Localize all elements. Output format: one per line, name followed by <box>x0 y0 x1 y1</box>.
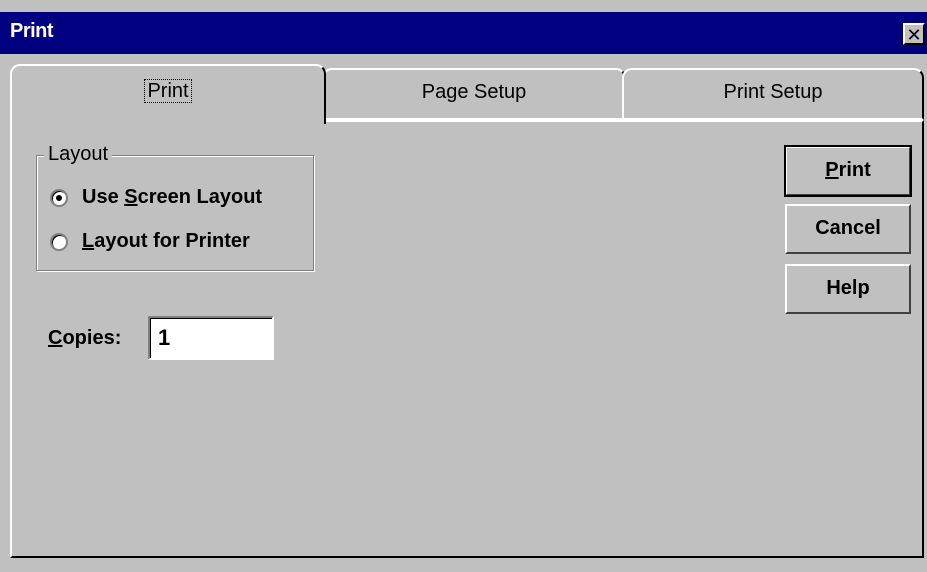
close-icon: ✕ <box>906 25 922 45</box>
layout-for-printer-option[interactable]: Layout for Printer <box>50 230 250 253</box>
radio-unselected-icon[interactable] <box>50 232 68 251</box>
print-button[interactable]: Print <box>784 145 912 197</box>
copies-input[interactable] <box>148 316 274 360</box>
tab-print-setup-label: Print Setup <box>723 81 823 103</box>
copies-label: Copies: <box>48 327 122 349</box>
tab-page-setup-label: Page Setup <box>421 81 527 103</box>
layout-group-legend: Layout <box>44 143 113 166</box>
window-title: Print <box>10 20 54 42</box>
tab-page-setup[interactable]: Page Setup <box>322 68 626 120</box>
title-bar: Print ✕ <box>0 12 927 54</box>
radio-selected-icon[interactable] <box>50 188 68 207</box>
cancel-button[interactable]: Cancel <box>785 204 911 254</box>
use-screen-layout-option[interactable]: Use Screen Layout <box>50 186 262 209</box>
close-button[interactable]: ✕ <box>903 23 925 45</box>
print-button-label: Print <box>825 159 871 181</box>
layout-for-printer-label: Layout for Printer <box>82 230 250 252</box>
use-screen-layout-label: Use Screen Layout <box>82 186 263 208</box>
help-button[interactable]: Help <box>785 264 911 314</box>
tab-print-label: Print <box>144 79 192 103</box>
tab-print-setup[interactable]: Print Setup <box>622 68 924 120</box>
layout-groupbox <box>36 155 314 271</box>
tab-print[interactable]: Print <box>10 64 326 124</box>
